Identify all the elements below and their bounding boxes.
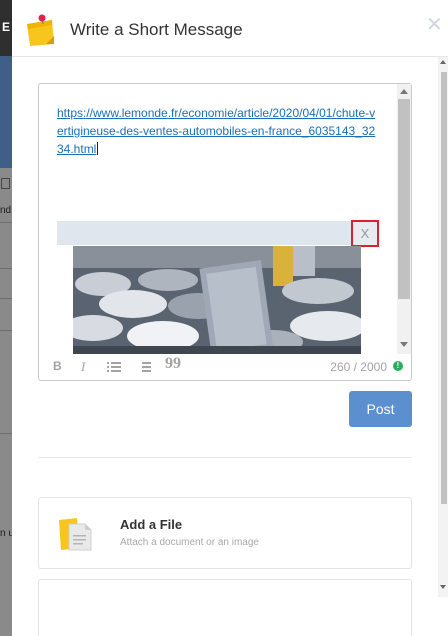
background-content	[0, 168, 12, 636]
file-icon	[59, 518, 92, 551]
calendar-icon	[1, 178, 10, 189]
add-file-card[interactable]: Add a File Attach a document or an image	[38, 497, 412, 569]
background-banner	[0, 56, 12, 168]
link-preview-bar	[57, 221, 379, 245]
background-divider	[0, 433, 12, 434]
add-file-title: Add a File	[120, 517, 183, 532]
background-topbar-letter: E	[2, 20, 11, 34]
message-link-text[interactable]: https://www.lemonde.fr/economie/article/…	[57, 106, 375, 156]
background-text-1: nd	[0, 205, 12, 216]
close-icon[interactable]: ✕	[426, 14, 443, 34]
scroll-up-icon[interactable]	[400, 89, 408, 94]
modal-header: Write a Short Message ✕	[12, 0, 448, 57]
numbered-list-icon[interactable]	[137, 361, 151, 373]
section-divider	[38, 457, 412, 458]
add-file-subtitle: Attach a document or an image	[120, 537, 259, 548]
character-count: 260 / 2000	[330, 360, 387, 374]
scroll-down-icon[interactable]	[400, 342, 408, 347]
remove-preview-button[interactable]: X	[351, 220, 379, 247]
post-button[interactable]: Post	[349, 391, 412, 427]
quote-button[interactable]: 99	[165, 355, 181, 373]
italic-button[interactable]: I	[81, 359, 85, 375]
bold-button[interactable]: B	[53, 359, 62, 373]
modal-scrollbar-thumb[interactable]	[441, 72, 447, 504]
message-composer: https://www.lemonde.fr/economie/article/…	[38, 83, 412, 381]
modal-title: Write a Short Message	[70, 20, 243, 39]
editor-scrollbar-thumb[interactable]	[398, 99, 410, 299]
background-topbar: E	[0, 0, 12, 56]
background-divider	[0, 330, 12, 331]
background-text-2: n u	[0, 528, 12, 539]
link-preview-image	[73, 246, 361, 354]
message-editor[interactable]: https://www.lemonde.fr/economie/article/…	[39, 84, 397, 354]
background-divider	[0, 298, 12, 299]
message-link[interactable]: https://www.lemonde.fr/economie/article/…	[57, 104, 377, 158]
format-toolbar: B I 99 260 / 2000 !	[39, 354, 411, 380]
bullet-list-icon[interactable]	[107, 362, 121, 372]
background-divider	[0, 268, 12, 269]
sticky-note-icon	[27, 14, 54, 46]
scroll-up-icon[interactable]	[440, 60, 446, 64]
next-option-card[interactable]	[38, 579, 412, 636]
status-ok-icon: !	[393, 361, 403, 371]
scroll-down-icon[interactable]	[440, 585, 446, 589]
short-message-modal: Write a Short Message ✕ https://www.lemo…	[12, 0, 448, 636]
background-divider	[0, 222, 12, 223]
text-caret	[97, 142, 99, 155]
background-app: E nd n u	[0, 0, 12, 636]
